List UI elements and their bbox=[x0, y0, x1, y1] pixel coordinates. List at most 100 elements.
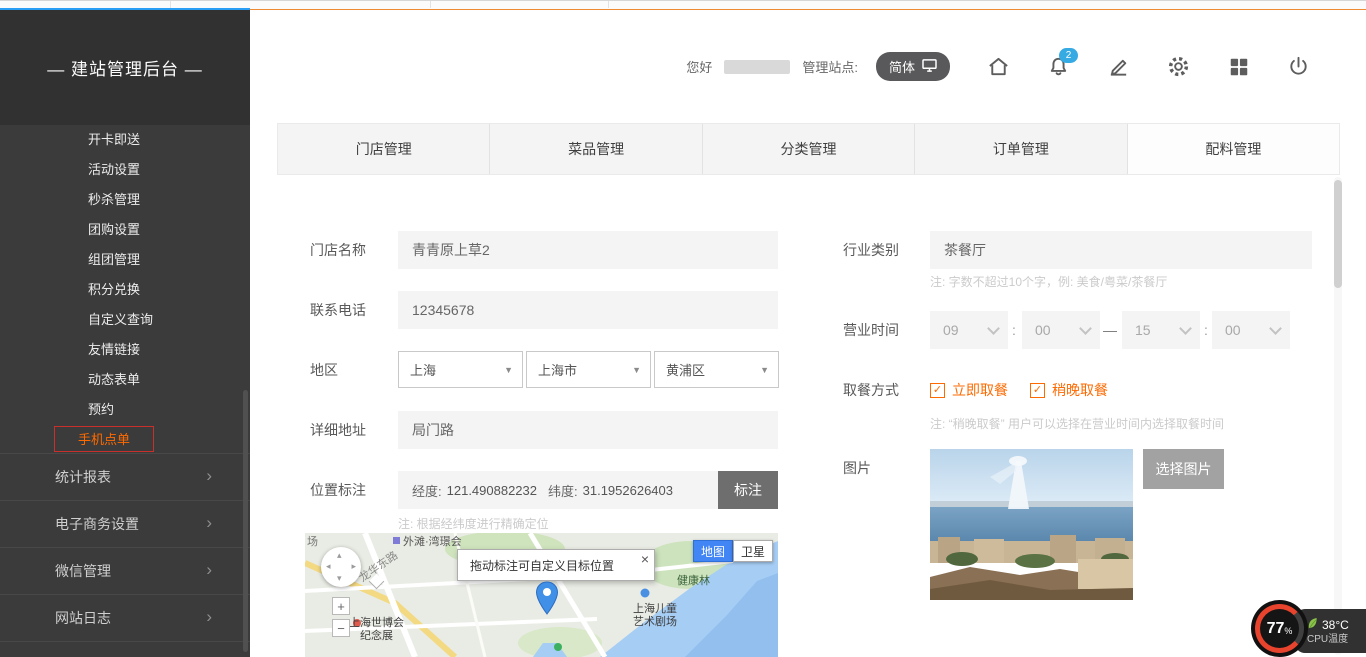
pickup-method-label: 取餐方式 bbox=[843, 371, 899, 409]
content-scrollbar bbox=[1334, 177, 1342, 655]
sidebar-logo-title: — 建站管理后台 — bbox=[0, 10, 250, 125]
open-hour-select[interactable]: 09 bbox=[930, 311, 1008, 349]
chevron-right-icon: › bbox=[206, 607, 212, 627]
usage-gauge[interactable]: 77 % bbox=[1251, 600, 1308, 657]
map-type-satellite-button[interactable]: 卫星 bbox=[733, 540, 773, 562]
sidebar-scrollbar-thumb[interactable] bbox=[243, 390, 248, 652]
notifications-button[interactable]: 2 bbox=[1047, 55, 1070, 78]
latitude-value: 31.1952626403 bbox=[583, 483, 673, 498]
city-value: 上海市 bbox=[538, 360, 577, 379]
zoom-in-button[interactable]: + bbox=[332, 597, 350, 615]
tab-ingredient-management[interactable]: 配料管理 bbox=[1127, 124, 1339, 174]
close-hour-value: 15 bbox=[1135, 322, 1151, 338]
coordinates-field[interactable]: 经度: 121.490882232 纬度: 31.1952626403 bbox=[398, 471, 718, 509]
edit-button[interactable] bbox=[1107, 55, 1130, 78]
chevron-down-icon bbox=[1269, 322, 1282, 335]
city-select[interactable]: 上海市 ▼ bbox=[526, 351, 651, 388]
content-scrollbar-thumb[interactable] bbox=[1334, 180, 1342, 288]
section-label: 电子商务设置 bbox=[55, 514, 139, 534]
sidebar-item-points-exchange[interactable]: 积分兑换 bbox=[0, 275, 250, 305]
system-monitor-widget[interactable]: 38°C CPU温度 77 % bbox=[1251, 600, 1366, 657]
apps-button[interactable] bbox=[1227, 55, 1250, 78]
sidebar-item-mobile-ordering[interactable]: 手机点单 bbox=[54, 426, 154, 452]
home-button[interactable] bbox=[987, 55, 1010, 78]
cpu-temp-label: CPU温度 bbox=[1307, 634, 1366, 645]
close-hour-select[interactable]: 15 bbox=[1122, 311, 1200, 349]
check-icon: ✓ bbox=[1033, 385, 1042, 396]
sidebar-scrollbar bbox=[243, 10, 248, 657]
sidebar-section-wechat-management[interactable]: 微信管理 › bbox=[0, 547, 250, 594]
sidebar-item-friendly-links[interactable]: 友情链接 bbox=[0, 335, 250, 365]
sidebar: — 建站管理后台 — 开卡即送 活动设置 秒杀管理 团购设置 组团管理 积分兑换… bbox=[0, 10, 250, 657]
pickup-note: 注: “稍晚取餐” 用户可以选择在营业时间内选择取餐时间 bbox=[930, 415, 1224, 432]
pickup-option-later[interactable]: ✓ 稍晚取餐 bbox=[1030, 371, 1108, 409]
arrow-left-icon[interactable]: ◂ bbox=[326, 562, 331, 571]
address-input[interactable]: 局门路 bbox=[398, 411, 778, 449]
industry-label: 行业类别 bbox=[843, 231, 899, 269]
caret-down-icon: ▼ bbox=[760, 365, 769, 375]
district-value: 黄浦区 bbox=[666, 360, 705, 379]
map-pin-marker[interactable] bbox=[535, 581, 559, 615]
zoom-out-button[interactable]: − bbox=[332, 619, 350, 637]
language-badge[interactable]: 简体 bbox=[876, 52, 950, 81]
sidebar-item-group-management[interactable]: 组团管理 bbox=[0, 245, 250, 275]
store-name-input[interactable]: 青青原上草2 bbox=[398, 231, 778, 269]
map-label-expo-line2: 纪念展 bbox=[360, 630, 393, 642]
chevron-right-icon: › bbox=[206, 513, 212, 533]
pickup-option-immediate[interactable]: ✓ 立即取餐 bbox=[930, 371, 1008, 409]
sidebar-item-open-card-gift[interactable]: 开卡即送 bbox=[0, 125, 250, 155]
tab-order-management[interactable]: 订单管理 bbox=[914, 124, 1126, 174]
arrow-right-icon[interactable]: ▸ bbox=[351, 562, 356, 571]
chevron-down-icon bbox=[987, 322, 1000, 335]
latitude-label: 纬度: bbox=[548, 481, 578, 500]
arrow-up-icon[interactable]: ▴ bbox=[337, 551, 342, 560]
mark-location-button[interactable]: 标注 bbox=[718, 471, 778, 509]
map-type-map-button[interactable]: 地图 bbox=[693, 540, 733, 562]
arrow-down-icon[interactable]: ▾ bbox=[337, 574, 342, 583]
main-content: 门店管理 菜品管理 分类管理 订单管理 配料管理 门店名称 青青原上草2 联系电… bbox=[250, 123, 1366, 657]
manage-site-label: 管理站点: bbox=[802, 57, 858, 76]
province-value: 上海 bbox=[410, 360, 436, 379]
sidebar-item-dynamic-form[interactable]: 动态表单 bbox=[0, 365, 250, 395]
map-widget[interactable]: 场 外滩·湾璟会 龙华东路 上海世博会纪念展 上海儿童艺术剧场 健康林 ▴ ▾ … bbox=[305, 533, 778, 657]
map-label-expo-line1: 上海世博会 bbox=[349, 617, 404, 629]
user-name-redacted bbox=[724, 60, 790, 74]
pickup-option-immediate-label: 立即取餐 bbox=[952, 380, 1008, 400]
industry-input[interactable]: 茶餐厅 bbox=[930, 231, 1312, 269]
close-icon[interactable]: × bbox=[641, 552, 649, 566]
sidebar-item-reservation[interactable]: 预约 bbox=[0, 395, 250, 425]
sidebar-item-activity-settings[interactable]: 活动设置 bbox=[0, 155, 250, 185]
power-icon bbox=[1287, 55, 1310, 78]
grid-icon bbox=[1228, 56, 1250, 78]
close-minute-select[interactable]: 00 bbox=[1212, 311, 1290, 349]
tab-category-management[interactable]: 分类管理 bbox=[702, 124, 914, 174]
sidebar-item-flash-sale[interactable]: 秒杀管理 bbox=[0, 185, 250, 215]
sidebar-section-ecommerce-settings[interactable]: 电子商务设置 › bbox=[0, 500, 250, 547]
cpu-temp-value: 38°C bbox=[1322, 619, 1349, 631]
section-label: 统计报表 bbox=[55, 467, 111, 487]
checkbox-checked: ✓ bbox=[930, 383, 945, 398]
map-label-theater-line1: 上海儿童 bbox=[633, 603, 677, 615]
choose-image-button[interactable]: 选择图片 bbox=[1143, 449, 1224, 489]
address-label: 详细地址 bbox=[310, 411, 366, 449]
province-select[interactable]: 上海 ▼ bbox=[398, 351, 523, 388]
leaf-icon bbox=[1307, 617, 1318, 632]
sidebar-menu: 开卡即送 活动设置 秒杀管理 团购设置 组团管理 积分兑换 自定义查询 友情链接… bbox=[0, 125, 250, 452]
browser-tab-divider bbox=[608, 1, 609, 8]
phone-input[interactable]: 12345678 bbox=[398, 291, 778, 329]
sidebar-item-groupbuy-settings[interactable]: 团购设置 bbox=[0, 215, 250, 245]
sidebar-section-site-logs[interactable]: 网站日志 › bbox=[0, 594, 250, 642]
gear-icon bbox=[1167, 55, 1190, 78]
sidebar-item-custom-query[interactable]: 自定义查询 bbox=[0, 305, 250, 335]
district-select[interactable]: 黄浦区 ▼ bbox=[654, 351, 779, 388]
tab-store-management[interactable]: 门店管理 bbox=[278, 124, 489, 174]
greeting-text: 您好 bbox=[686, 57, 712, 76]
settings-button[interactable] bbox=[1167, 55, 1190, 78]
tab-dish-management[interactable]: 菜品管理 bbox=[489, 124, 701, 174]
admin-page: — 建站管理后台 — 开卡即送 活动设置 秒杀管理 团购设置 组团管理 积分兑换… bbox=[0, 0, 1366, 657]
open-minute-select[interactable]: 00 bbox=[1022, 311, 1100, 349]
logout-button[interactable] bbox=[1287, 55, 1310, 78]
sidebar-section-statistics-report[interactable]: 统计报表 › bbox=[0, 453, 250, 500]
map-pan-control[interactable]: ▴ ▾ ◂ ▸ bbox=[321, 547, 361, 587]
home-icon bbox=[987, 55, 1010, 78]
